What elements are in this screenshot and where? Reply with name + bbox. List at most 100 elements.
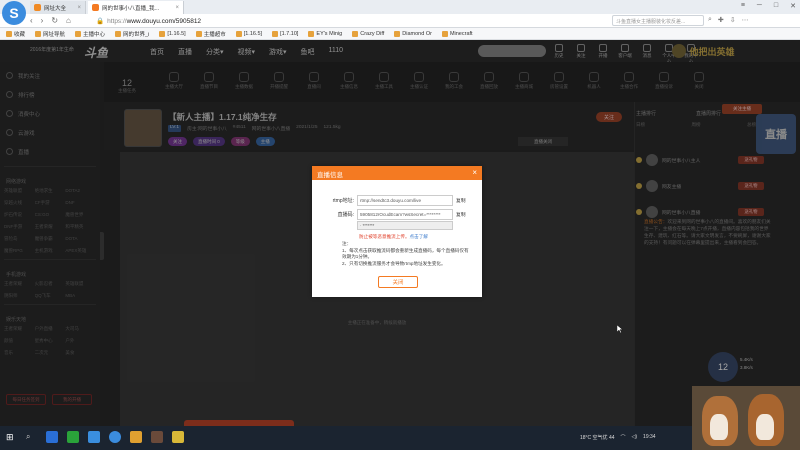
warning-text: 防止被等恶意推流上传。 (359, 234, 410, 239)
taskbar-search-icon[interactable]: ⌕ (26, 432, 30, 442)
tab-favicon-icon (34, 4, 41, 11)
bookmark-icon (441, 30, 448, 37)
browser-logo-icon[interactable]: S (2, 1, 26, 25)
explorer-icon[interactable] (46, 431, 58, 443)
bookmark-item[interactable]: 网的世界_i (115, 30, 149, 38)
lock-icon: 🔒 (96, 18, 105, 25)
minecraft-icon[interactable] (151, 431, 163, 443)
mouse-cursor-icon (617, 325, 623, 333)
dialog-notes: 注： 1、每次点击获取推流码都会重新生成直播码，每个直播码仅有效期为1分钟。 2… (342, 241, 472, 267)
rtmp-label: rtmp地址: (332, 198, 354, 204)
qq-icon[interactable] (88, 431, 100, 443)
bookmark-label: 网址导航 (43, 31, 66, 38)
dog-image (756, 414, 774, 440)
browser-tab[interactable]: 网址大全 × (30, 1, 86, 14)
volume-icon[interactable]: ◁) (632, 434, 638, 441)
bookmark-item[interactable]: [1.7.10] (272, 30, 299, 37)
browser-app-icon[interactable] (109, 431, 121, 443)
stream-code-label: 直播码: (337, 212, 354, 218)
home-icon[interactable]: ⌂ (66, 16, 71, 25)
bookmark-item[interactable]: Diamond Or (394, 30, 432, 37)
tab-close-icon[interactable]: × (175, 5, 179, 11)
bookmark-item[interactable]: 主播超市 (195, 30, 226, 38)
tab-label: 网的世事小八直播_我... (102, 5, 160, 12)
forward-icon[interactable]: › (41, 16, 44, 25)
bookmark-item[interactable]: 主播中心 (75, 30, 105, 38)
nav-buttons: ‹ › ↻ ⌂ (30, 16, 71, 25)
windows-start-icon[interactable]: ⊞ (6, 432, 14, 443)
bookmark-label: [1.16.5] (167, 30, 186, 37)
bookmark-label: [1.16.5] (243, 30, 263, 37)
bookmark-icon (115, 30, 122, 37)
rtmp-field[interactable]: rtmp://sendtc3.douyu.com/live (357, 195, 453, 206)
download-icon[interactable]: ⇩ (730, 16, 736, 24)
system-tray: 18°C 空气优 44 ⌒ ◁) 19:34 (580, 434, 656, 441)
menu-icon[interactable]: ≡ (741, 2, 745, 10)
copy-code-button[interactable]: 复制 (456, 211, 466, 218)
rtmp-row: rtmp地址: rtmp://sendtc3.douyu.com/live 复制 (312, 195, 466, 206)
tab-label: 网址大全 (44, 5, 67, 12)
browser-tab-active[interactable]: 网的世事小八直播_我... × (88, 1, 184, 14)
close-icon[interactable]: ✕ (790, 2, 796, 10)
stream-code-field[interactable]: 5905812rOcudEcam?wsSecret=******** (357, 209, 453, 220)
bookmark-item[interactable]: 收藏 (6, 30, 25, 38)
bookmark-item[interactable]: Minecraft (441, 30, 473, 37)
bookmark-label: Diamond Or (402, 30, 432, 37)
url-prefix: https:// (107, 17, 127, 25)
webcam-overlay (692, 386, 800, 450)
bookmark-icon (6, 30, 12, 37)
dialog-close-button[interactable]: 关闭 (378, 276, 418, 288)
note-item: 2、只有切换推流服务才会导致rtmp地址发生变化。 (342, 260, 446, 266)
wechat-icon[interactable] (67, 431, 79, 443)
refresh-icon[interactable]: ↻ (51, 16, 58, 25)
stream-code-select[interactable]: · ******* (357, 221, 453, 230)
bookmark-label: 主播超市 (203, 31, 226, 38)
bookmark-icon (35, 30, 42, 37)
bookmark-item[interactable]: Crazy Diff (352, 30, 385, 37)
extension-icon[interactable]: ✚ (718, 16, 724, 24)
dialog-title: 直播信息 (317, 172, 343, 179)
copy-rtmp-button[interactable]: 复制 (456, 197, 466, 204)
bookmark-icon (235, 30, 242, 37)
bookmark-icon (394, 30, 401, 37)
folder-icon[interactable] (130, 431, 142, 443)
dialog-close-icon[interactable]: × (472, 168, 477, 177)
learn-more-link[interactable]: 点击了解 (410, 234, 428, 239)
stream-info-dialog: 直播信息 × rtmp地址: rtmp://sendtc3.douyu.com/… (312, 166, 482, 297)
browser-search-input[interactable]: 斗鱼直播女主播服装化妆反差... (612, 15, 704, 26)
bookmark-item[interactable]: EY's Minig (308, 30, 343, 37)
bookmarks-bar: 收藏 网址导航 主播中心 网的世界_i [1.16.5] 主播超市 [1.16.5] [1.7… (0, 28, 800, 40)
dog-image (710, 414, 728, 440)
bookmark-label: [1.7.10] (280, 30, 299, 37)
search-icon[interactable]: ⌕ (708, 16, 712, 24)
more-icon[interactable]: ⋯ (742, 16, 749, 24)
tab-close-icon[interactable]: × (77, 5, 81, 11)
tab-favicon-icon (92, 4, 99, 11)
bookmark-label: 主播中心 (83, 31, 106, 38)
maximize-icon[interactable]: □ (774, 2, 778, 10)
bookmark-icon (75, 30, 82, 37)
bookmark-icon (352, 30, 359, 37)
back-icon[interactable]: ‹ (30, 16, 33, 25)
dialog-warning: 防止被等恶意推流上传。点击了解 (359, 234, 428, 240)
note-item: 1、每次点击获取推流码都会重新生成直播码，每个直播码仅有效期为1分钟。 (342, 247, 469, 260)
taskbar-apps (46, 431, 184, 443)
url-text: www.douyu.com/5905812 (126, 17, 202, 25)
bookmark-item[interactable]: 网址导航 (35, 30, 65, 38)
bookmark-icon (159, 30, 166, 37)
browser-tools: ⌕ ✚ ⇩ ⋯ (708, 16, 749, 24)
bookmark-item[interactable]: [1.16.5] (235, 30, 263, 37)
clock-text[interactable]: 19:34 (643, 434, 656, 441)
bookmark-label: Crazy Diff (360, 30, 385, 37)
bookmark-label: Minecraft (449, 30, 473, 37)
weather-text[interactable]: 18°C 空气优 44 (580, 434, 615, 441)
minimize-icon[interactable]: ─ (757, 2, 762, 10)
bookmark-label: 网的世界_i (123, 31, 150, 38)
bookmark-item[interactable]: [1.16.5] (159, 30, 186, 37)
bookmark-label: EY's Minig (316, 30, 343, 37)
obs-icon[interactable] (172, 431, 184, 443)
url-field[interactable]: 🔒 https://www.douyu.com/5905812 (96, 16, 616, 26)
dialog-header: 直播信息 (312, 166, 482, 180)
network-icon[interactable]: ⌒ (621, 434, 626, 441)
bookmark-icon (272, 30, 279, 37)
